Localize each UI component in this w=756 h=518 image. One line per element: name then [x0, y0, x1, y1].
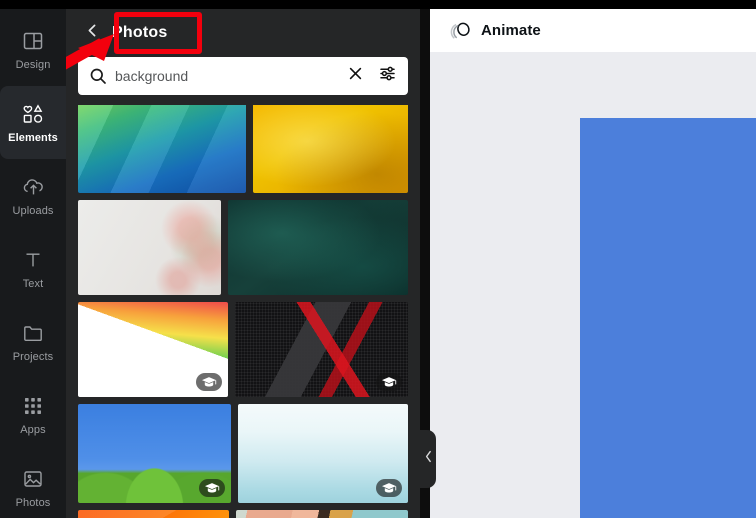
graduation-cap-icon [376, 373, 402, 391]
design-canvas[interactable] [580, 118, 756, 518]
sidebar-item-projects[interactable]: Projects [0, 305, 66, 378]
photo-thumbnail[interactable] [236, 510, 408, 518]
panel-collapse-handle[interactable] [420, 430, 436, 488]
animate-motion-icon [450, 20, 472, 42]
search-icon [89, 67, 107, 85]
text-icon [20, 247, 46, 273]
photo-thumbnail[interactable] [78, 302, 228, 397]
photo-thumbnail[interactable] [228, 200, 408, 295]
search-bar-container: background [66, 57, 420, 95]
upload-icon [20, 174, 46, 200]
sidebar-item-label: Design [15, 59, 51, 71]
animate-button[interactable]: Animate [444, 16, 547, 46]
search-input[interactable]: background [78, 57, 408, 95]
results-row [78, 302, 408, 397]
graduation-cap-icon [376, 479, 402, 497]
back-button[interactable] [78, 19, 106, 47]
chevron-left-icon [424, 450, 433, 468]
filter-button[interactable] [375, 64, 399, 88]
grid-apps-icon [20, 393, 46, 419]
photo-thumbnail[interactable] [238, 404, 408, 503]
editor-toolbar: Animate [430, 9, 756, 52]
photo-thumbnail[interactable] [78, 510, 229, 518]
shapes-icon [20, 101, 46, 127]
photo-thumbnail[interactable] [235, 302, 408, 397]
sidebar-item-design[interactable]: Design [0, 13, 66, 86]
sidebar-item-label: Projects [12, 351, 54, 363]
folder-icon [20, 320, 46, 346]
results-row [78, 510, 408, 518]
graduation-cap-icon [196, 373, 222, 391]
photo-thumbnail[interactable] [78, 404, 231, 503]
editor-area: Animate [430, 9, 756, 518]
results-row [78, 105, 408, 193]
sidebar-item-label: Text [22, 278, 44, 290]
sliders-filter-icon [379, 65, 396, 87]
photo-thumbnail[interactable] [253, 105, 408, 193]
image-icon [20, 466, 46, 492]
window-top-strip [0, 0, 756, 9]
photo-thumbnail[interactable] [78, 105, 246, 193]
results-row [78, 404, 408, 503]
photos-panel: Photos background [66, 9, 420, 518]
sidebar-item-uploads[interactable]: Uploads [0, 159, 66, 232]
left-nav-rail: Design Elements Uploads Text Projects Ap… [0, 9, 66, 518]
canva-editor-window: Design Elements Uploads Text Projects Ap… [0, 0, 756, 518]
graduation-cap-icon [199, 479, 225, 497]
sidebar-item-photos[interactable]: Photos [0, 451, 66, 518]
panel-header: Photos [66, 9, 420, 70]
photo-results-grid[interactable] [66, 105, 420, 518]
sidebar-item-label: Uploads [12, 205, 54, 217]
canvas-viewport[interactable] [430, 52, 756, 518]
sidebar-item-text[interactable]: Text [0, 232, 66, 305]
sidebar-item-label: Apps [20, 424, 46, 436]
photo-thumbnail[interactable] [78, 200, 221, 295]
search-input-value[interactable]: background [115, 68, 335, 84]
chevron-left-icon [84, 22, 101, 44]
results-row [78, 200, 408, 295]
page-title: Photos [112, 24, 168, 41]
sidebar-item-elements[interactable]: Elements [0, 86, 66, 159]
sidebar-item-label: Photos [15, 497, 51, 509]
clear-search-button[interactable] [343, 64, 367, 88]
layout-icon [20, 28, 46, 54]
close-icon [348, 66, 363, 86]
sidebar-item-apps[interactable]: Apps [0, 378, 66, 451]
sidebar-item-label: Elements [8, 132, 58, 144]
animate-button-label: Animate [481, 22, 541, 39]
